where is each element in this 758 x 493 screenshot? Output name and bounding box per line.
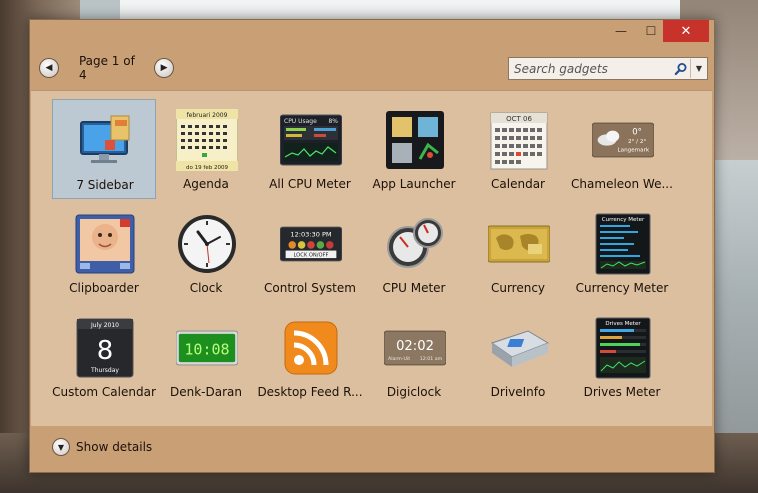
gadget-tile[interactable]: App Launcher (362, 99, 466, 199)
digital-display-icon: 10:08 (176, 317, 238, 379)
title-bar[interactable]: — ☐ ✕ (30, 20, 714, 46)
currency-icon (488, 213, 550, 275)
magnifier-icon (674, 62, 687, 75)
drive-icon (488, 317, 550, 379)
search-options-dropdown[interactable]: ▼ (690, 59, 707, 78)
gadget-grid: 7 Sidebar februari 2009 do 19 feb 2009 A… (31, 90, 712, 427)
svg-text:2° / 2°: 2° / 2° (628, 139, 646, 145)
rss-feed-icon (280, 317, 342, 379)
maximize-icon: ☐ (645, 24, 657, 38)
clipboard-photo-icon (74, 213, 136, 275)
svg-text:July 2010: July 2010 (90, 322, 119, 329)
weather-icon: 0° 2° / 2° Langemark (592, 109, 654, 171)
chevron-down-icon: ▼ (52, 438, 70, 456)
svg-text:02:02: 02:02 (396, 339, 434, 354)
svg-text:0°: 0° (632, 126, 642, 136)
chevron-right-icon: ▶ (160, 63, 168, 73)
footer-bar: ▼ Show details (31, 426, 712, 472)
svg-text:Drives Meter: Drives Meter (605, 321, 641, 327)
cpu-usage-icon: CPU Usage 8% (280, 109, 342, 171)
gadget-label: Chameleon We... (571, 177, 673, 191)
app-launcher-icon (384, 109, 446, 171)
gadget-tile[interactable]: 10:08 Denk-Daran (154, 307, 258, 407)
clock-icon (176, 213, 238, 275)
svg-text:LOCK ON/OFF: LOCK ON/OFF (293, 253, 328, 259)
control-system-icon: 12:03:30 PM LOCK ON/OFF (280, 213, 342, 275)
gadget-tile[interactable]: July 2010 8 Thursday Custom Calendar (52, 307, 156, 407)
gadget-tile[interactable]: Currency Meter Currency Meter (570, 203, 674, 303)
minimize-button[interactable]: — (606, 20, 636, 42)
digiclock-icon: 02:02 Alarm-Uit 12:01 am (384, 317, 446, 379)
gadget-label: Denk-Daran (170, 385, 242, 399)
svg-text:Alarm-Uit: Alarm-Uit (388, 356, 410, 362)
svg-text:8%: 8% (328, 118, 338, 125)
gadget-tile[interactable]: DriveInfo (466, 307, 570, 407)
svg-text:12:01 am: 12:01 am (420, 356, 443, 362)
svg-text:OCT 06: OCT 06 (506, 115, 532, 123)
gadget-tile[interactable]: Currency (466, 203, 570, 303)
gadget-gallery-window: — ☐ ✕ ◀ Page 1 of 4 ▶ ▼ (29, 19, 715, 473)
cpu-gauge-icon (384, 213, 446, 275)
currency-meter-icon: Currency Meter (592, 213, 654, 275)
gadget-tile[interactable]: Clock (154, 203, 258, 303)
gadget-label: Control System (264, 281, 356, 295)
gadget-tile[interactable]: Clipboarder (52, 203, 156, 303)
monitor-icon (75, 110, 137, 172)
gadget-label: All CPU Meter (269, 177, 351, 191)
close-button[interactable]: ✕ (663, 20, 709, 42)
page-navigator: ◀ Page 1 of 4 ▶ (39, 54, 174, 82)
agenda-calendar-icon: februari 2009 do 19 feb 2009 (176, 109, 238, 171)
gadget-label: Agenda (183, 177, 229, 191)
gadget-tile[interactable]: 12:03:30 PM LOCK ON/OFF Control System (258, 203, 362, 303)
gadget-label: Calendar (491, 177, 545, 191)
gadget-label: DriveInfo (490, 385, 546, 399)
close-icon: ✕ (680, 23, 692, 39)
svg-text:februari 2009: februari 2009 (187, 112, 228, 119)
gadget-label: Currency (490, 281, 546, 295)
gadget-tile[interactable]: 0° 2° / 2° Langemark Chameleon We... (570, 99, 674, 199)
svg-text:do 19 feb 2009: do 19 feb 2009 (186, 165, 228, 171)
previous-page-button[interactable]: ◀ (39, 58, 59, 78)
gadget-tile[interactable]: OCT 06 Calendar (466, 99, 570, 199)
custom-calendar-icon: July 2010 8 Thursday (74, 317, 136, 379)
search-button[interactable] (672, 60, 690, 78)
show-details-button[interactable]: ▼ Show details (52, 438, 152, 456)
gadget-tile[interactable]: CPU Usage 8% All CPU Meter (258, 99, 362, 199)
svg-text:Currency Meter: Currency Meter (602, 217, 645, 223)
gadget-label: Clock (189, 281, 223, 295)
minimize-icon: — (615, 24, 627, 38)
next-page-button[interactable]: ▶ (154, 58, 174, 78)
calendar-icon: OCT 06 (488, 109, 550, 171)
chevron-down-icon: ▼ (695, 64, 703, 73)
show-details-label: Show details (76, 440, 153, 454)
svg-text:12:03:30 PM: 12:03:30 PM (290, 230, 332, 238)
page-indicator: Page 1 of 4 (78, 54, 135, 82)
svg-text:CPU Usage: CPU Usage (284, 118, 317, 125)
gadget-tile[interactable]: 7 Sidebar (52, 99, 156, 199)
gadget-label: Digiclock (386, 385, 442, 399)
search-box: ▼ (508, 57, 708, 80)
svg-text:Langemark: Langemark (617, 147, 649, 153)
gadget-label: CPU Meter (382, 281, 446, 295)
svg-text:8: 8 (97, 336, 114, 366)
chevron-left-icon: ◀ (45, 63, 53, 73)
gadget-tile[interactable]: februari 2009 do 19 feb 2009 Agenda (154, 99, 258, 199)
gadget-tile[interactable]: CPU Meter (362, 203, 466, 303)
maximize-button[interactable]: ☐ (636, 20, 666, 42)
gadget-label: Drives Meter (583, 385, 661, 399)
svg-text:Thursday: Thursday (90, 367, 119, 374)
svg-text:10:08: 10:08 (184, 341, 229, 359)
gadget-tile[interactable]: 02:02 Alarm-Uit 12:01 am Digiclock (362, 307, 466, 407)
search-input[interactable] (509, 60, 672, 77)
gadget-tile[interactable]: Drives Meter Drives Meter (570, 307, 674, 407)
gadget-tile[interactable]: Desktop Feed R... (257, 307, 363, 407)
drives-meter-icon: Drives Meter (592, 317, 654, 379)
gadget-label: Currency Meter (575, 281, 669, 295)
gadget-label: App Launcher (372, 177, 456, 191)
gadget-label: Desktop Feed R... (257, 385, 363, 399)
